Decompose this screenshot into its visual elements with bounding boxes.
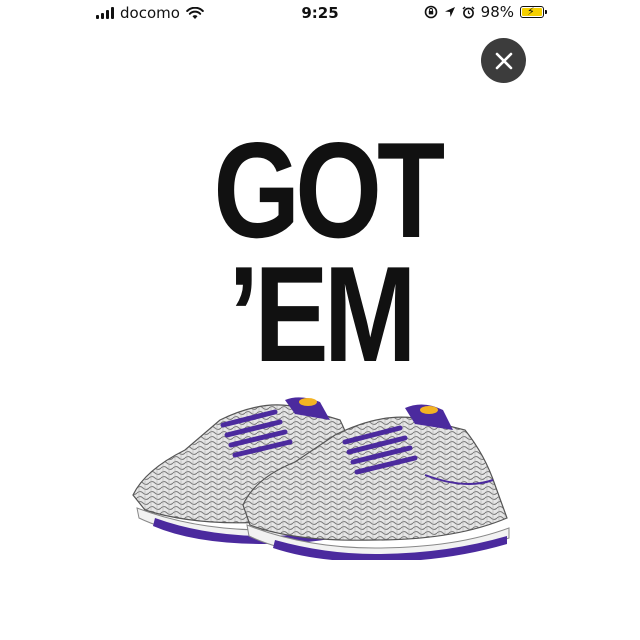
charging-bolt-icon: ⚡ [527, 5, 535, 18]
screen-lock-rotation-icon [424, 5, 437, 19]
battery-icon: ⚡ [520, 5, 547, 18]
battery-percent: 98% [480, 3, 514, 21]
close-button[interactable] [481, 38, 526, 83]
headline-line-1: GOT [213, 114, 445, 266]
got-em-headline: GOT ’EM [213, 114, 445, 390]
close-icon [495, 52, 512, 69]
status-time: 9:25 [301, 4, 339, 22]
status-bar: docomo 9:25 98% ⚡ [0, 0, 640, 28]
status-right: 98% ⚡ [424, 3, 547, 21]
location-arrow-icon [444, 7, 455, 17]
sneaker-product-image [132, 397, 510, 560]
alarm-icon [462, 6, 475, 18]
headline-line-2: ’EM [228, 238, 416, 390]
